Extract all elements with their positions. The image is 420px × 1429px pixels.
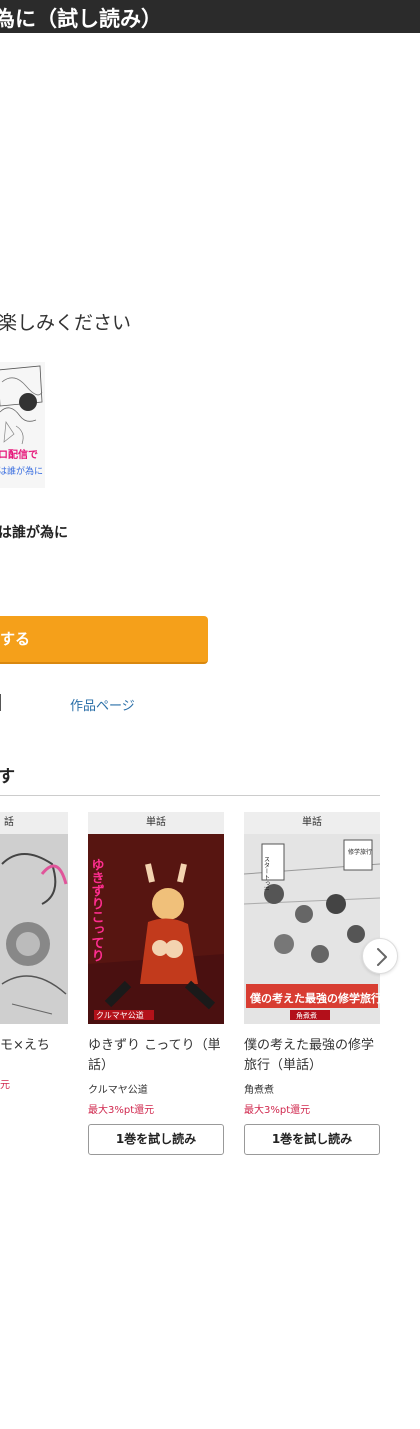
cover-title-art: 僕の考えた最強の修学旅行	[249, 991, 380, 1005]
cover-author-art: クルマヤ公道	[96, 1010, 144, 1020]
chevron-right-icon	[377, 948, 387, 966]
works-page-link[interactable]: 作品ページ	[70, 695, 135, 714]
section-divider	[0, 795, 380, 796]
trial-read-button[interactable]: 1巻を試し読み	[244, 1124, 380, 1155]
card-type-badge: 単話	[244, 812, 380, 834]
read-button[interactable]: する	[0, 616, 208, 664]
cover-title-art: ゆきずりこってり	[89, 858, 105, 962]
card-title[interactable]: ゆきずり こってり（単話）	[88, 1036, 224, 1076]
header-bar: 為に（試し読み）	[0, 0, 420, 33]
book-thumbnail-art: ロ配信で は誰が為に	[0, 362, 45, 488]
thumb-logo-line-1: ロ配信で	[0, 448, 38, 461]
trial-read-button[interactable]: 1巻を試し読み	[88, 1124, 224, 1155]
card-type-badge: 単話	[88, 812, 224, 834]
cover-author-art: 角煮煮	[296, 1011, 317, 1020]
card-points: 最大3%pt還元	[88, 1105, 155, 1116]
card-author[interactable]: クルマヤ公道	[88, 1081, 224, 1096]
page: 為に（試し読み） 楽しみください ロ配信で は誰が為に は誰が為に する 作品ペ…	[0, 0, 420, 1429]
recommend-card-1[interactable]: 単話 ゆきずりこってり クルマヤ公道 ゆきずり こってり（単話） クルマヤ公道 …	[88, 812, 224, 1155]
card-cover[interactable]: スタートっ!! 修学旅行 僕の考えた最強の修学旅行 角煮煮	[244, 834, 380, 1024]
page-title: 為に（試し読み）	[0, 7, 162, 31]
card-title[interactable]: モ×えち	[0, 1036, 68, 1056]
recommend-card-2[interactable]: 単話 スタートっ!! 修学旅行 僕の考えた最強の修学旅行 角煮煮 僕の考えた最強…	[244, 812, 380, 1155]
card-cover[interactable]: ゆきずりこってり クルマヤ公道	[88, 834, 224, 1024]
book-thumbnail[interactable]: ロ配信で は誰が為に	[0, 362, 45, 488]
card-author[interactable]: 角煮煮	[244, 1081, 380, 1096]
card-points: 元	[0, 1080, 10, 1091]
card-title[interactable]: 僕の考えた最強の修学旅行（単話）	[244, 1036, 380, 1076]
link-separator	[0, 694, 1, 711]
thumb-logo-line-2: は誰が為に	[0, 465, 43, 477]
card-cover[interactable]	[0, 834, 68, 1024]
recommend-card-0[interactable]: 話 モ×えち 元	[0, 812, 68, 1091]
cover-speech-art: スタートっ!!	[263, 856, 270, 891]
book-title: は誰が為に	[0, 525, 68, 541]
cover-art: スタートっ!! 修学旅行 僕の考えた最強の修学旅行 角煮煮	[244, 834, 380, 1024]
enjoy-message: 楽しみください	[0, 312, 132, 334]
cover-sub-art: 修学旅行	[348, 848, 372, 856]
card-points: 最大3%pt還元	[244, 1105, 311, 1116]
card-type-badge: 話	[0, 812, 68, 834]
cover-art: ゆきずりこってり クルマヤ公道	[88, 834, 224, 1024]
cover-art	[0, 834, 68, 1024]
carousel-next-button[interactable]	[362, 938, 398, 974]
recommend-heading: す	[0, 767, 15, 787]
